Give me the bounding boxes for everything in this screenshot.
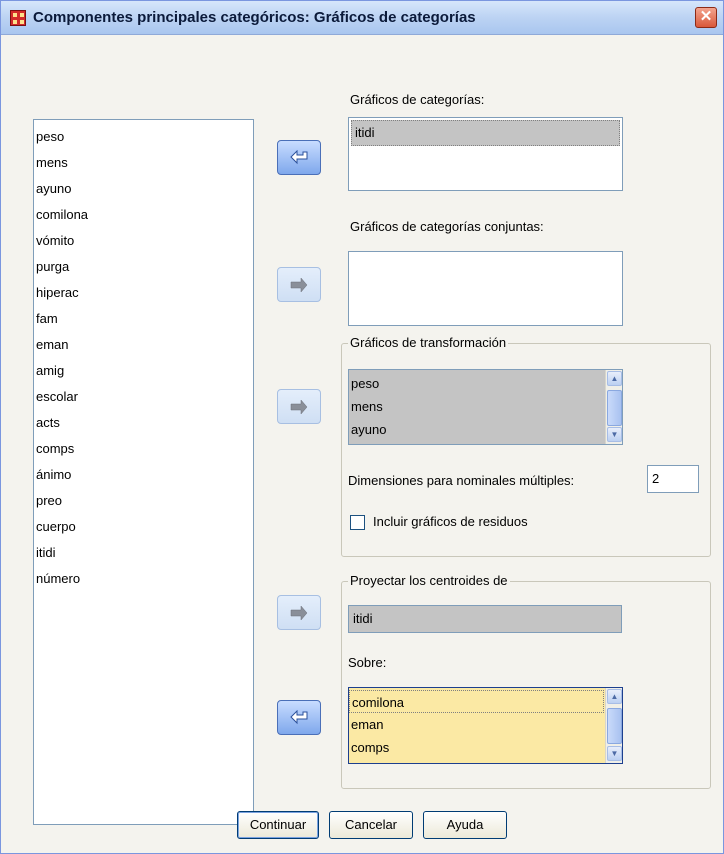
list-item[interactable]: eman [349, 713, 604, 736]
help-button[interactable]: Ayuda [423, 811, 507, 839]
list-item[interactable]: comilona [349, 690, 604, 713]
list-item[interactable]: preo [34, 488, 253, 514]
list-item[interactable]: itidi [351, 120, 620, 146]
list-item[interactable]: mens [34, 150, 253, 176]
project-centroids-field[interactable]: itidi [348, 605, 622, 633]
scrollbar[interactable]: ▲ ▼ [605, 688, 622, 763]
dimensions-label: Dimensiones para nominales múltiples: [348, 473, 575, 488]
app-grid-icon [10, 10, 26, 26]
list-item[interactable]: número [34, 566, 253, 592]
move-to-category-plots-button[interactable] [277, 140, 321, 175]
list-item[interactable]: hiperac [34, 280, 253, 306]
close-button[interactable]: ✕ [695, 7, 717, 28]
onto-label: Sobre: [348, 655, 387, 670]
title-bar[interactable]: Componentes principales categóricos: Grá… [1, 1, 723, 35]
list-item[interactable]: ánimo [34, 462, 253, 488]
list-item[interactable]: amig [34, 358, 253, 384]
list-item[interactable]: peso [349, 372, 604, 395]
arrow-right-icon [290, 398, 308, 415]
list-item[interactable]: escolar [34, 384, 253, 410]
dimensions-input[interactable]: 2 [647, 465, 699, 493]
source-variable-list[interactable]: peso mens ayuno comilona vómito purga hiperac f… [33, 119, 254, 825]
list-item[interactable]: acts [34, 410, 253, 436]
move-to-joint-plots-button[interactable] [277, 267, 321, 302]
scroll-up-button[interactable]: ▲ [607, 689, 622, 704]
include-residuals-checkbox[interactable] [350, 515, 365, 530]
move-to-onto-list-button[interactable] [277, 700, 321, 735]
list-item[interactable]: mens [349, 395, 604, 418]
list-item[interactable]: eman [34, 332, 253, 358]
scroll-down-button[interactable]: ▼ [607, 427, 622, 442]
joint-category-plots-list[interactable] [348, 251, 623, 326]
list-item[interactable]: comilona [34, 202, 253, 228]
include-residuals-label[interactable]: Incluir gráficos de residuos [373, 514, 528, 529]
scroll-thumb[interactable] [607, 708, 622, 744]
list-item[interactable]: vómito [34, 228, 253, 254]
scroll-thumb[interactable] [607, 390, 622, 426]
onto-variables-list[interactable]: comilona eman comps ▲ ▼ [348, 687, 623, 764]
window-title: Componentes principales categóricos: Grá… [33, 9, 476, 26]
move-to-transformation-plots-button[interactable] [277, 389, 321, 424]
arrow-right-icon [290, 604, 308, 621]
list-item[interactable]: fam [34, 306, 253, 332]
dialog-window: Componentes principales categóricos: Grá… [0, 0, 724, 854]
scrollbar[interactable]: ▲ ▼ [605, 370, 622, 444]
scroll-down-button[interactable]: ▼ [607, 746, 622, 761]
list-item[interactable]: ayuno [349, 418, 604, 441]
list-item[interactable]: ayuno [34, 176, 253, 202]
list-item[interactable]: itidi [34, 540, 253, 566]
cancel-button[interactable]: Cancelar [329, 811, 413, 839]
arrow-right-icon [290, 276, 308, 293]
list-item[interactable]: comps [34, 436, 253, 462]
list-item[interactable]: comps [349, 736, 604, 759]
arrow-left-icon [290, 149, 308, 164]
arrow-left-icon [290, 709, 308, 724]
joint-category-plots-label: Gráficos de categorías conjuntas: [350, 219, 544, 234]
move-to-project-centroids-button[interactable] [277, 595, 321, 630]
continue-button[interactable]: Continuar [237, 811, 319, 839]
list-item[interactable]: peso [34, 124, 253, 150]
close-icon: ✕ [699, 8, 713, 25]
category-plots-label: Gráficos de categorías: [350, 92, 485, 107]
transformation-plots-legend: Gráficos de transformación [348, 335, 509, 350]
list-item[interactable]: cuerpo [34, 514, 253, 540]
project-centroids-legend: Proyectar los centroides de [348, 573, 510, 588]
category-plots-list[interactable]: itidi [348, 117, 623, 191]
list-item[interactable]: purga [34, 254, 253, 280]
scroll-up-button[interactable]: ▲ [607, 371, 622, 386]
transformation-plots-list[interactable]: peso mens ayuno ▲ ▼ [348, 369, 623, 445]
